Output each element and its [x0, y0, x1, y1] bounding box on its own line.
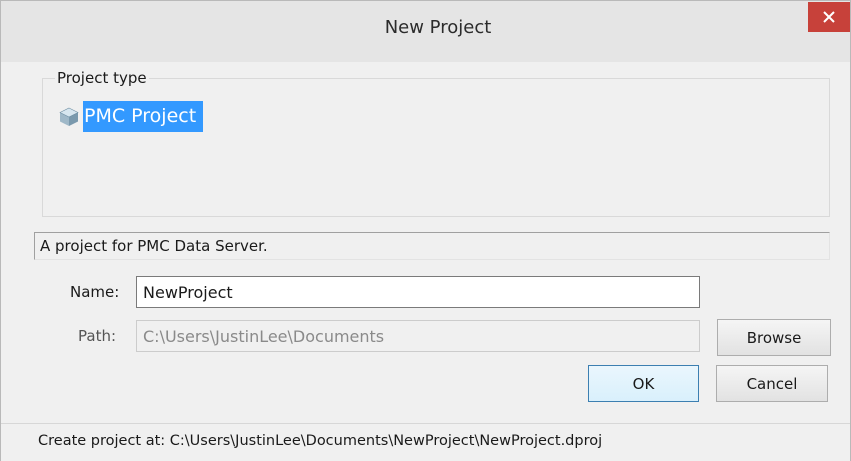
new-project-dialog: New Project Project type PMC Project A p… — [0, 0, 851, 461]
path-input-value: C:\Users\JustinLee\Documents — [143, 327, 385, 346]
name-input-value: NewProject — [143, 283, 233, 302]
description-text: A project for PMC Data Server. — [40, 237, 268, 255]
close-button[interactable] — [808, 2, 850, 32]
project-type-item-label: PMC Project — [83, 101, 204, 132]
close-icon — [823, 11, 835, 23]
browse-button[interactable]: Browse — [717, 319, 831, 356]
path-label: Path: — [78, 327, 117, 345]
project-type-label: Project type — [55, 69, 149, 87]
status-bar: Create project at: C:\Users\JustinLee\Do… — [1, 423, 850, 461]
cancel-button[interactable]: Cancel — [716, 365, 828, 402]
name-label: Name: — [70, 283, 120, 301]
status-text: Create project at: C:\Users\JustinLee\Do… — [38, 433, 603, 449]
name-input[interactable]: NewProject — [136, 276, 700, 308]
project-cube-icon — [59, 107, 79, 126]
window-title: New Project — [384, 17, 492, 38]
project-type-group — [42, 78, 830, 217]
title-bar: New Project — [1, 1, 850, 62]
description-box: A project for PMC Data Server. — [34, 232, 830, 260]
path-input[interactable]: C:\Users\JustinLee\Documents — [136, 320, 700, 352]
project-type-item-pmc-project[interactable]: PMC Project — [57, 101, 204, 132]
ok-button[interactable]: OK — [588, 365, 699, 402]
